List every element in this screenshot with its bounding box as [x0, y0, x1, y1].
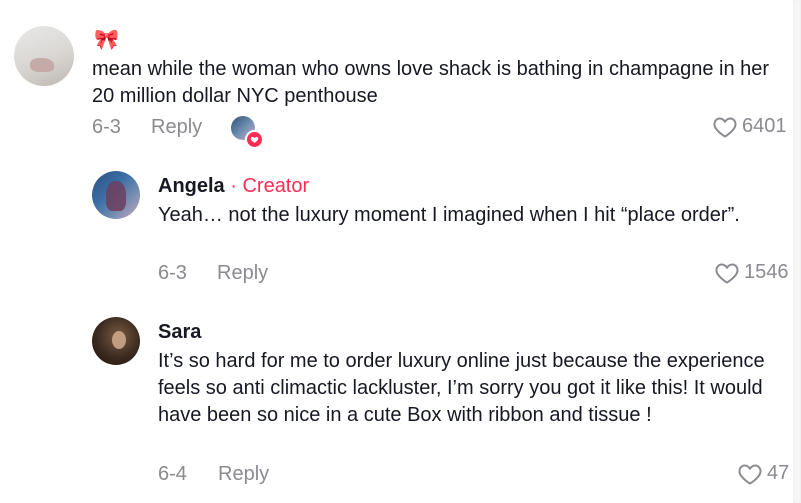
like-count: 1546 [744, 261, 789, 283]
comment-text: Yeah… not the luxury moment I imagined w… [158, 204, 740, 226]
comment-text: It’s so hard for me to order luxury onli… [158, 350, 765, 426]
comment-date: 6-3 [158, 262, 187, 284]
heart-icon [738, 463, 762, 485]
reply-button[interactable]: Reply [218, 463, 269, 486]
avatar[interactable] [14, 26, 74, 86]
scrollbar-thumb[interactable] [794, 0, 800, 503]
like-button[interactable]: 1546 [715, 261, 789, 284]
scrollbar[interactable] [793, 0, 801, 503]
author-name[interactable]: Sara [158, 321, 201, 344]
like-count: 6401 [742, 115, 787, 137]
author-row: Angela · Creator [158, 175, 309, 198]
comment-date: 6-4 [158, 463, 187, 485]
avatar[interactable] [92, 171, 140, 219]
like-button[interactable]: 47 [738, 462, 789, 485]
creator-badge: · Creator [224, 175, 310, 197]
heart-icon [713, 116, 737, 138]
reply-button[interactable]: Reply [151, 116, 202, 139]
creator-liked-heart-icon [245, 130, 264, 149]
comment-text: mean while the woman who owns love shack… [92, 58, 770, 107]
reply-button[interactable]: Reply [217, 262, 268, 285]
author-name[interactable]: Angela [158, 175, 225, 197]
like-button[interactable]: 6401 [713, 115, 787, 138]
heart-icon [715, 262, 739, 284]
avatar[interactable] [92, 317, 140, 365]
comment-date: 6-3 [92, 116, 121, 138]
like-count: 47 [767, 462, 790, 484]
ribbon-emoji: 🎀 [94, 29, 119, 51]
